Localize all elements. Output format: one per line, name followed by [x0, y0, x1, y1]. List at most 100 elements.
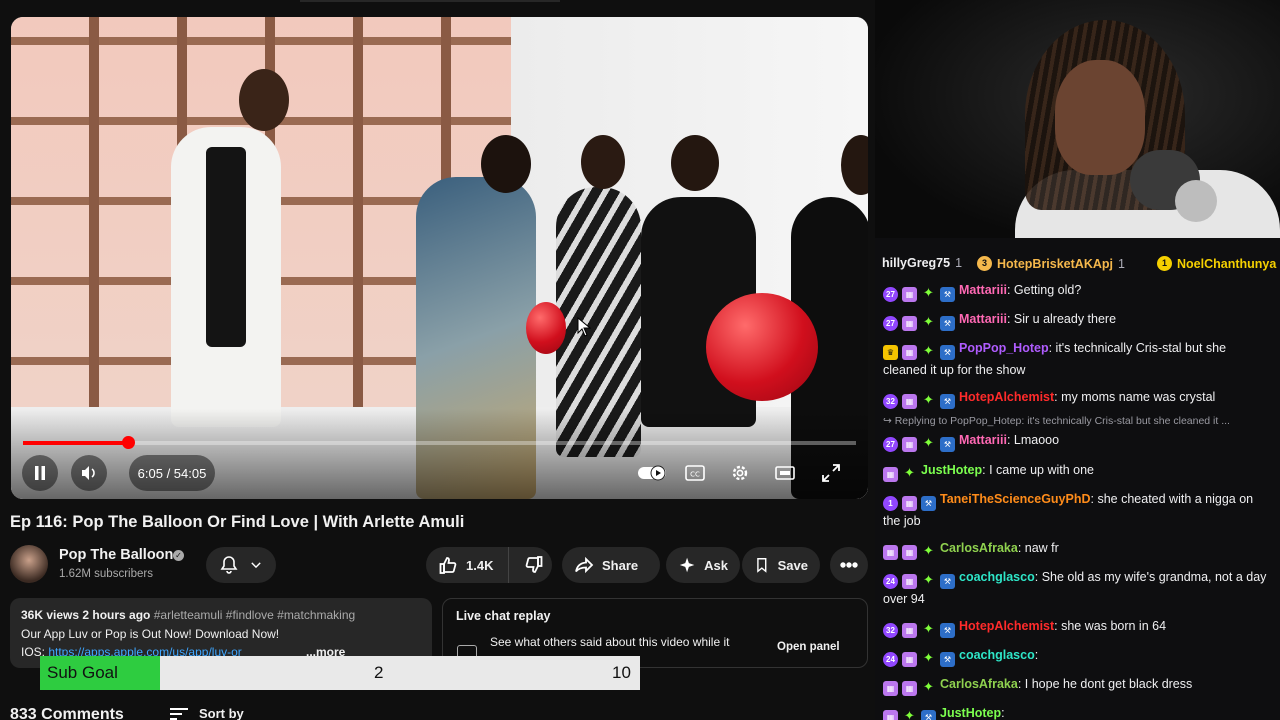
volume-icon	[82, 466, 95, 480]
share-icon	[575, 556, 594, 574]
chat-username[interactable]: TaneiTheScienceGuyPhD	[940, 492, 1091, 506]
hype-entry: hillyGreg75 1	[882, 256, 962, 270]
bookmark-icon	[757, 558, 767, 573]
progress-fill	[23, 441, 128, 445]
settings-button[interactable]	[728, 461, 752, 485]
sort-by-button[interactable]: Sort by	[199, 706, 244, 720]
moderator-badge-icon: ⚒	[921, 710, 936, 720]
top-bar-edge	[300, 0, 560, 2]
like-button[interactable]: 1.4K	[426, 547, 509, 583]
crown-badge-icon: ♛	[883, 345, 898, 360]
chat-message: 24 ▦ ✦ ⚒ coachglasco: She old as my wife's g…	[883, 570, 1267, 606]
thumbs-down-icon	[526, 556, 543, 573]
sort-icon[interactable]	[170, 708, 188, 720]
ask-label: Ask	[704, 557, 728, 573]
more-horizontal-icon	[840, 562, 858, 568]
hype-count: 1	[955, 256, 963, 270]
channel-name[interactable]: Pop The Balloon	[59, 547, 173, 563]
sub-month-badge: 27	[883, 287, 898, 302]
gift-badge-icon: ▦	[902, 545, 917, 560]
volume-button[interactable]	[71, 455, 107, 491]
chat-username[interactable]: JustHotep	[940, 706, 1001, 720]
gift-badge-icon: ▦	[883, 681, 898, 696]
chat-username[interactable]: Mattariii	[959, 283, 1007, 297]
chat-message: 1 ▦ ⚒ TaneiTheScienceGuyPhD: she cheated wi…	[883, 492, 1254, 528]
ask-button[interactable]: Ask	[666, 547, 740, 583]
comments-count: 833 Comments	[10, 706, 124, 720]
streamer-face	[1055, 60, 1145, 175]
progress-bar[interactable]	[23, 436, 856, 449]
autoplay-toggle[interactable]	[637, 461, 667, 485]
gift-badge-icon: ▦	[902, 316, 917, 331]
save-button[interactable]: Save	[742, 547, 820, 583]
thumbs-up-icon	[439, 557, 457, 574]
chat-username[interactable]: Mattariii	[959, 433, 1007, 447]
theater-mode-button[interactable]	[773, 461, 797, 485]
chevron-down-icon	[251, 562, 261, 569]
sub-goal-target: 10	[612, 663, 631, 682]
share-button[interactable]: Share	[562, 547, 660, 583]
sub-month-badge: 32	[883, 623, 898, 638]
chat-message: 32 ▦ ✦ ⚒ HotepAlchemist: she was born in 64	[883, 616, 1273, 638]
like-count: 1.4K	[466, 557, 494, 573]
gift-badge-icon: ▦	[902, 394, 917, 409]
chat-username[interactable]: PopPop_Hotep	[959, 341, 1049, 355]
video-player[interactable]: 6:05 / 54:05 CC	[11, 17, 868, 499]
chat-username[interactable]: HotepAlchemist	[959, 619, 1054, 633]
top-bar	[0, 0, 875, 14]
sub-month-badge: 24	[883, 652, 898, 667]
progress-scrubber[interactable]	[121, 436, 135, 449]
gem-badge-icon: ✦	[923, 314, 934, 329]
hashtags[interactable]: #arletteamuli #findlove #matchmaking	[154, 608, 355, 622]
video-title: Ep 116: Pop The Balloon Or Find Love | W…	[10, 513, 465, 531]
notification-bell-button[interactable]	[206, 547, 276, 583]
verified-icon: ✓	[173, 550, 184, 561]
chat-message: 27 ▦ ✦ ⚒ Mattariii: Lmaooo	[883, 430, 1273, 452]
gift-badge-icon: ▦	[883, 710, 898, 720]
chat-username[interactable]: Mattariii	[959, 312, 1007, 326]
dislike-button[interactable]	[517, 547, 552, 583]
gift-badge-icon: ▦	[902, 287, 917, 302]
moderator-badge-icon: ⚒	[940, 652, 955, 667]
chat-username[interactable]: HotepAlchemist	[959, 390, 1054, 404]
gift-badge-icon: ▦	[883, 545, 898, 560]
hype-entry: 3 HotepBrisketAKApj 1	[977, 256, 1125, 271]
red-balloon-large	[706, 293, 818, 401]
gear-icon	[732, 465, 748, 481]
chat-username[interactable]: coachglasco	[959, 570, 1035, 584]
save-label: Save	[777, 557, 808, 573]
gem-badge-icon: ✦	[923, 621, 934, 636]
chat-text: Lmaooo	[1013, 433, 1060, 447]
fullscreen-button[interactable]	[819, 461, 843, 485]
captions-button[interactable]: CC	[683, 461, 707, 485]
open-panel-button[interactable]: Open panel	[777, 641, 840, 653]
gift-badge-icon: ▦	[902, 574, 917, 589]
chat-username[interactable]: CarlosAfraka	[940, 541, 1018, 555]
hype-entry: 1 NoelChanthunya	[1157, 256, 1276, 271]
sub-goal-overlay: Sub Goal 2 10	[40, 656, 640, 690]
pause-icon	[35, 466, 45, 480]
stream-chat: hillyGreg75 1 3 HotepBrisketAKApj 1 1 NoelChan…	[875, 238, 1280, 720]
bell-icon	[220, 556, 238, 574]
like-dislike-group: 1.4K	[426, 547, 552, 583]
description-line: Our App Luv or Pop is Out Now! Download …	[21, 627, 280, 641]
chat-message: ▦ ▦ ✦ CarlosAfraka: I hope he dont get blac…	[883, 674, 1273, 696]
channel-avatar[interactable]	[10, 545, 48, 583]
mouse-cursor-icon	[577, 317, 591, 337]
chat-username[interactable]: JustHotep	[921, 463, 982, 477]
chat-username[interactable]: coachglasco	[959, 648, 1035, 662]
time-display: 6:05 / 54:05	[129, 455, 215, 491]
pause-button[interactable]	[22, 455, 58, 491]
chat-text: I hope he dont get black dress	[1024, 677, 1193, 691]
gem-badge-icon: ✦	[923, 343, 934, 358]
gem-badge-icon: ✦	[923, 435, 934, 450]
gift-badge-icon: ▦	[902, 623, 917, 638]
chat-text: Getting old?	[1013, 283, 1082, 297]
woman-swirl-head	[581, 135, 625, 189]
chat-message: 27 ▦ ✦ ⚒ Mattariii: Sir u already there	[883, 309, 1273, 331]
gift-badge-icon: ▦	[883, 467, 898, 482]
more-actions-button[interactable]	[830, 547, 868, 583]
chat-username[interactable]: CarlosAfraka	[940, 677, 1018, 691]
moderator-badge-icon: ⚒	[940, 394, 955, 409]
hype-username: NoelChanthunya	[1177, 256, 1277, 271]
